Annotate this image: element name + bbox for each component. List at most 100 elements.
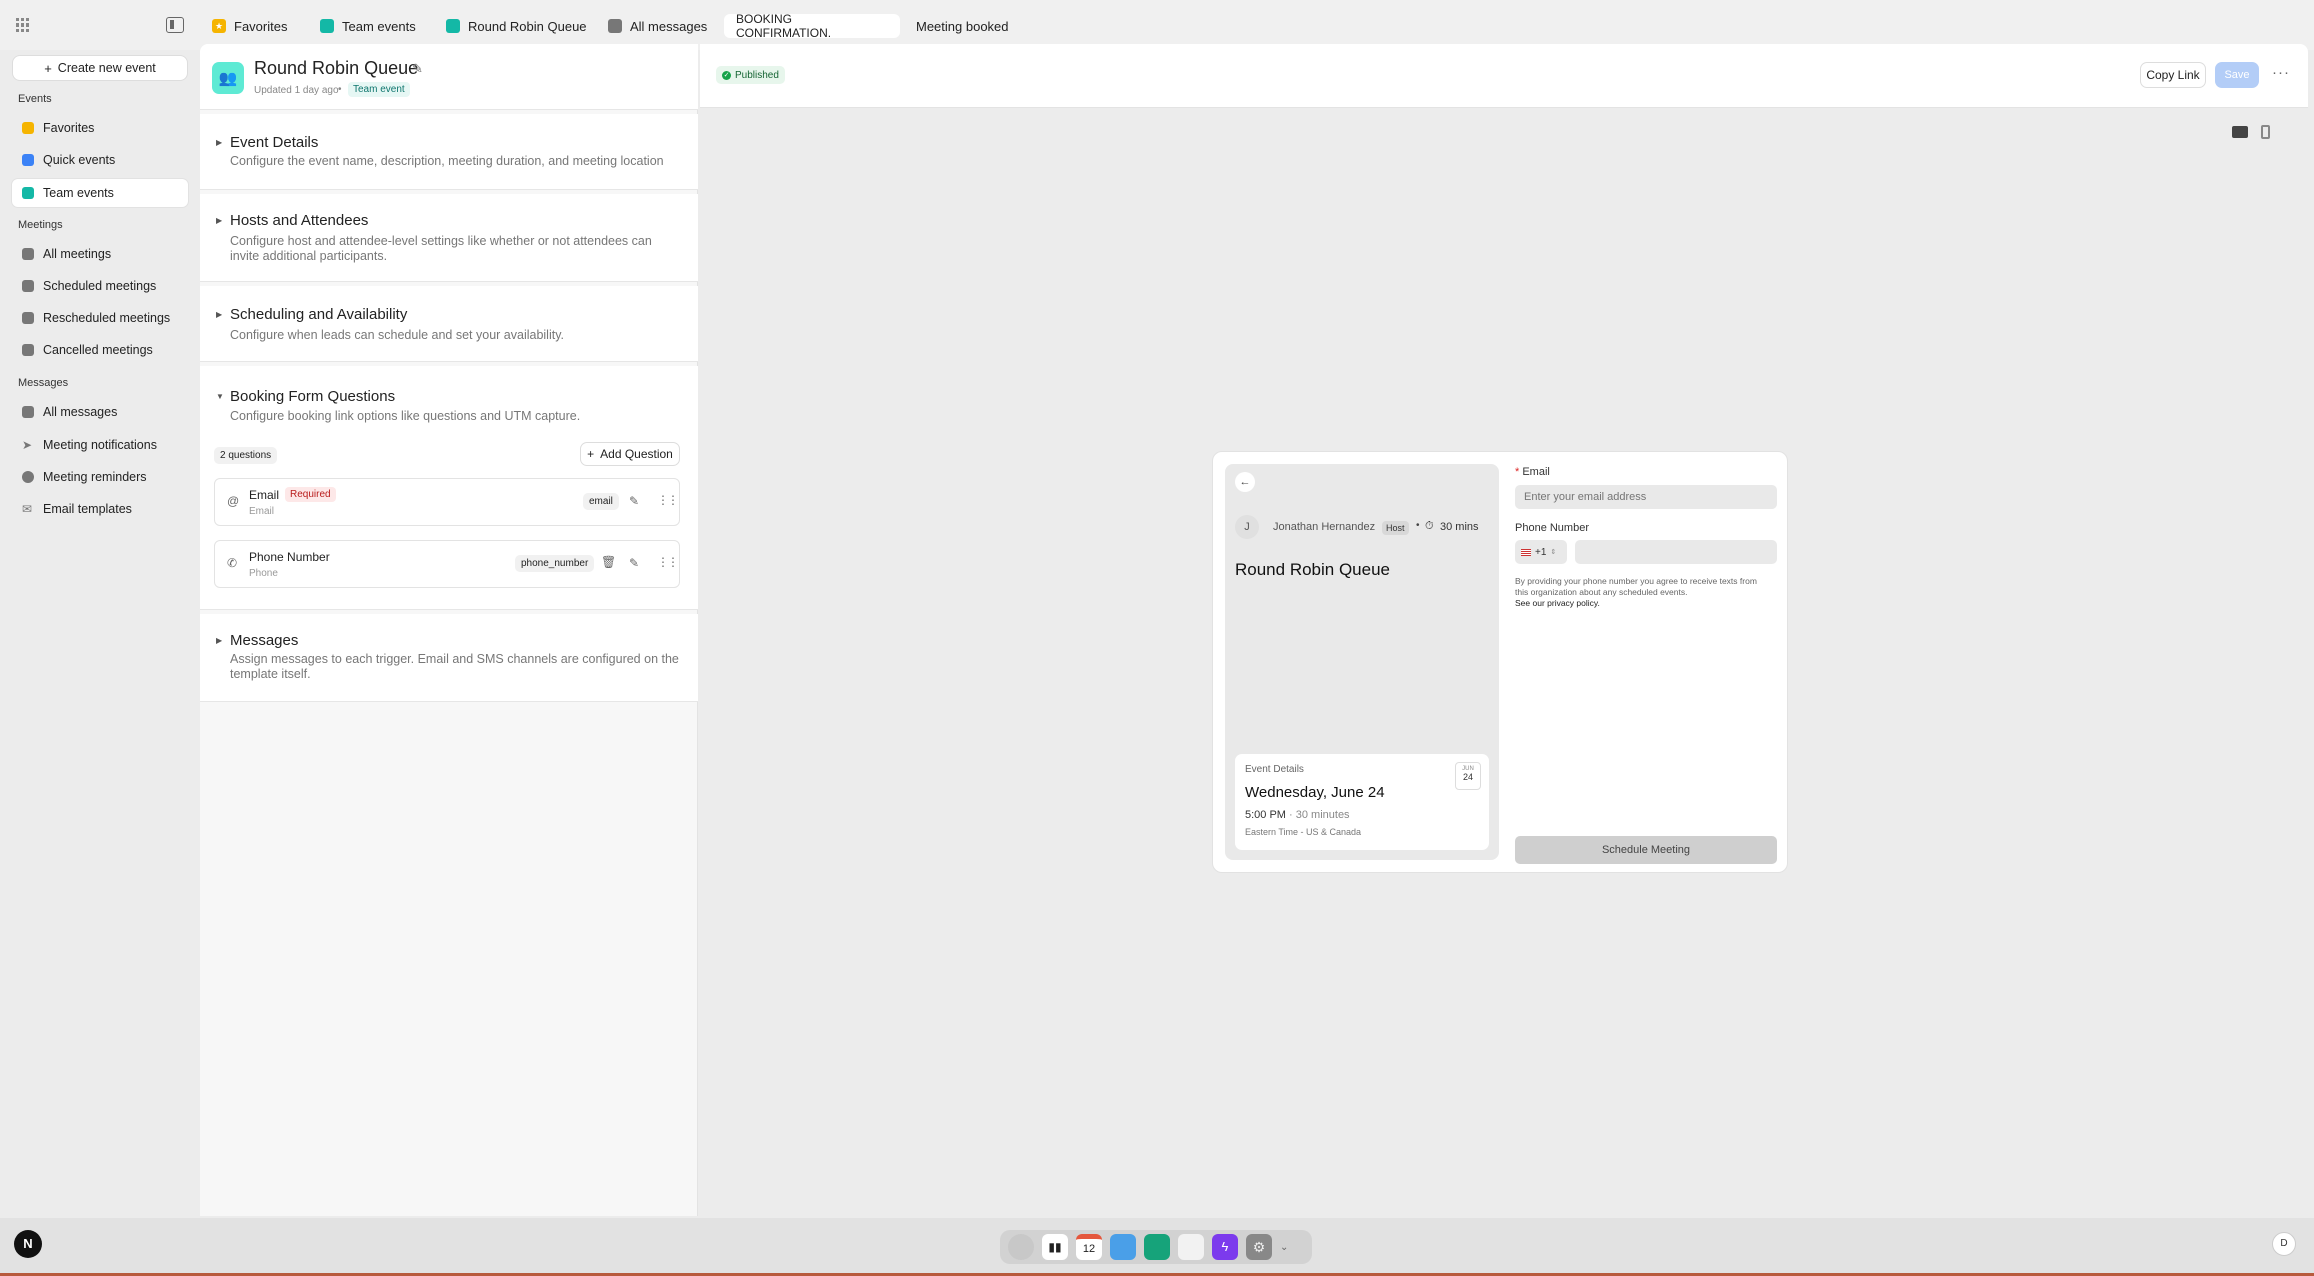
tab-round-robin-queue[interactable]: Round Robin Queue xyxy=(446,15,587,37)
sidebar: + Create new event Events Favorites Quic… xyxy=(0,50,198,1220)
schedule-meeting-button[interactable]: Schedule Meeting xyxy=(1515,836,1777,864)
tab-favorites[interactable]: ★ Favorites xyxy=(212,15,287,37)
browser-icon[interactable] xyxy=(1110,1234,1136,1260)
trash-icon[interactable]: 🗑 xyxy=(601,555,616,569)
sidebar-item-label: All meetings xyxy=(43,247,112,261)
question-label: Phone Number xyxy=(249,550,330,564)
tab-booking-confirmation[interactable]: BOOKING CONFIRMATION. xyxy=(724,12,900,40)
sheets-icon[interactable] xyxy=(1144,1234,1170,1260)
email-label: Email xyxy=(1522,466,1550,478)
section-desc: Configure the event name, description, m… xyxy=(230,154,664,168)
sidebar-item-scheduled-meetings[interactable]: Scheduled meetings xyxy=(12,272,188,300)
team-icon xyxy=(320,19,334,33)
sidebar-item-cancelled-meetings[interactable]: Cancelled meetings xyxy=(12,336,188,364)
duration: 30 mins xyxy=(1440,521,1479,533)
back-button[interactable]: ← xyxy=(1235,472,1255,492)
collapse-icon[interactable]: ▼ xyxy=(216,392,224,401)
sidebar-item-label: Meeting reminders xyxy=(43,470,147,484)
sidebar-item-favorites[interactable]: Favorites xyxy=(12,114,188,142)
question-key: phone_number xyxy=(515,555,595,572)
chevron-updown-icon: ⇕ xyxy=(1550,549,1557,556)
tools-icon[interactable] xyxy=(1178,1234,1204,1260)
edit-icon[interactable]: ✎ xyxy=(629,494,639,508)
sidebar-item-meeting-reminders[interactable]: Meeting reminders xyxy=(12,463,188,491)
user-badge-n[interactable]: N xyxy=(14,1230,42,1258)
event-date: Wednesday, June 24 xyxy=(1245,784,1385,801)
sidebar-item-email-templates[interactable]: ✉ Email templates xyxy=(12,495,188,523)
sidebar-item-label: Cancelled meetings xyxy=(43,343,153,357)
question-row-email[interactable]: @ Email Required Email email ✎ ⋮⋮ xyxy=(214,478,680,526)
team-icon: 👥 xyxy=(212,62,244,94)
sidebar-item-meeting-notifications[interactable]: ➤ Meeting notifications xyxy=(12,431,188,459)
sidebar-item-rescheduled-meetings[interactable]: Rescheduled meetings xyxy=(12,304,188,332)
settings-gear-icon[interactable]: ⚙ xyxy=(1246,1234,1272,1260)
section-event-details[interactable]: ▶ Event Details Configure the event name… xyxy=(200,114,698,190)
phone-field[interactable] xyxy=(1575,540,1777,564)
calendar-clock-icon xyxy=(22,312,34,324)
save-button[interactable]: Save xyxy=(2215,62,2259,88)
add-question-button[interactable]: + Add Question xyxy=(580,442,680,466)
finder-icon[interactable] xyxy=(1008,1234,1034,1260)
create-label: Create new event xyxy=(57,61,156,75)
edit-title-icon[interactable]: ✎ xyxy=(412,61,423,77)
tab-all-messages[interactable]: All messages xyxy=(608,15,707,37)
app-icon[interactable]: ▮▮ xyxy=(1042,1234,1068,1260)
sidebar-toggle-icon[interactable] xyxy=(166,17,184,33)
sidebar-item-label: Team events xyxy=(43,186,114,200)
email-field[interactable] xyxy=(1515,485,1777,509)
user-avatar[interactable]: D xyxy=(2272,1232,2296,1256)
separator-dot: • xyxy=(1416,520,1420,531)
sidebar-item-quick-events[interactable]: Quick events xyxy=(12,146,188,174)
schedule-label: Schedule Meeting xyxy=(1601,844,1691,856)
desktop-view-icon[interactable] xyxy=(2232,126,2248,138)
edit-icon[interactable]: ✎ xyxy=(629,556,639,570)
day: 24 xyxy=(1462,772,1473,782)
bell-icon xyxy=(22,471,34,483)
event-details-card: Event Details JUN 24 Wednesday, June 24 … xyxy=(1235,754,1489,850)
drag-handle-icon[interactable]: ⋮⋮ xyxy=(657,555,679,569)
tab-team-events[interactable]: Team events xyxy=(320,15,416,37)
event-time: 5:00 PM xyxy=(1245,809,1286,821)
sidebar-item-label: Favorites xyxy=(43,121,95,135)
section-hosts-and-attendees[interactable]: ▶ Hosts and Attendees Configure host and… xyxy=(200,194,698,282)
plus-icon: + xyxy=(44,60,52,76)
expand-icon: ▶ xyxy=(216,310,223,319)
country-code-select[interactable]: +1 ⇕ xyxy=(1515,540,1567,564)
tab-label: Team events xyxy=(342,18,416,34)
consent-text: By providing your phone number you agree… xyxy=(1515,576,1757,597)
create-new-event-button[interactable]: + Create new event xyxy=(12,55,188,81)
mobile-view-icon[interactable] xyxy=(2261,125,2270,139)
plus-icon: + xyxy=(587,447,595,461)
question-row-phone[interactable]: ✆ Phone Number Phone phone_number 🗑 ✎ ⋮⋮ xyxy=(214,540,680,588)
messages-icon xyxy=(608,19,622,33)
calendar-icon[interactable]: 12 xyxy=(1076,1234,1102,1260)
sidebar-item-team-events[interactable]: Team events xyxy=(12,179,188,207)
team-icon xyxy=(446,19,460,33)
question-type: Email xyxy=(249,506,275,517)
tab-label: All messages xyxy=(630,18,708,34)
expand-icon: ▶ xyxy=(216,216,223,225)
question-type: Phone xyxy=(249,568,278,579)
sidebar-item-all-messages[interactable]: All messages xyxy=(12,398,188,426)
copy-link-button[interactable]: Copy Link xyxy=(2140,62,2206,88)
section-scheduling-availability[interactable]: ▶ Scheduling and Availability Configure … xyxy=(200,286,698,362)
bolt-app-icon[interactable]: ϟ xyxy=(1212,1234,1238,1260)
tab-meeting-booked[interactable]: Meeting booked xyxy=(916,15,1009,37)
top-tab-bar: ★ Favorites Team events Round Robin Queu… xyxy=(0,0,2314,50)
team-event-badge: Team event xyxy=(348,82,410,97)
sidebar-item-label: All messages xyxy=(43,405,118,419)
app-grid-icon[interactable] xyxy=(16,18,30,32)
event-info-pane: ← J Jonathan Hernandez Host • ⏱ 30 mins … xyxy=(1225,464,1499,860)
email-label-row: * Email xyxy=(1515,466,1550,478)
us-flag-icon xyxy=(1521,548,1531,556)
more-options-icon[interactable]: ··· xyxy=(2272,64,2290,81)
required-mark: * xyxy=(1515,466,1520,478)
section-desc: Configure host and attendee-level settin… xyxy=(230,234,652,263)
sidebar-item-all-meetings[interactable]: All meetings xyxy=(12,240,188,268)
privacy-link[interactable]: See our privacy policy. xyxy=(1515,598,1600,608)
drag-handle-icon[interactable]: ⋮⋮ xyxy=(657,493,679,507)
status-text: Published xyxy=(735,69,779,81)
lightning-icon xyxy=(22,154,34,166)
section-messages[interactable]: ▶ Messages Assign messages to each trigg… xyxy=(200,614,698,702)
chevron-down-icon[interactable]: ⌄ xyxy=(1280,1242,1294,1253)
